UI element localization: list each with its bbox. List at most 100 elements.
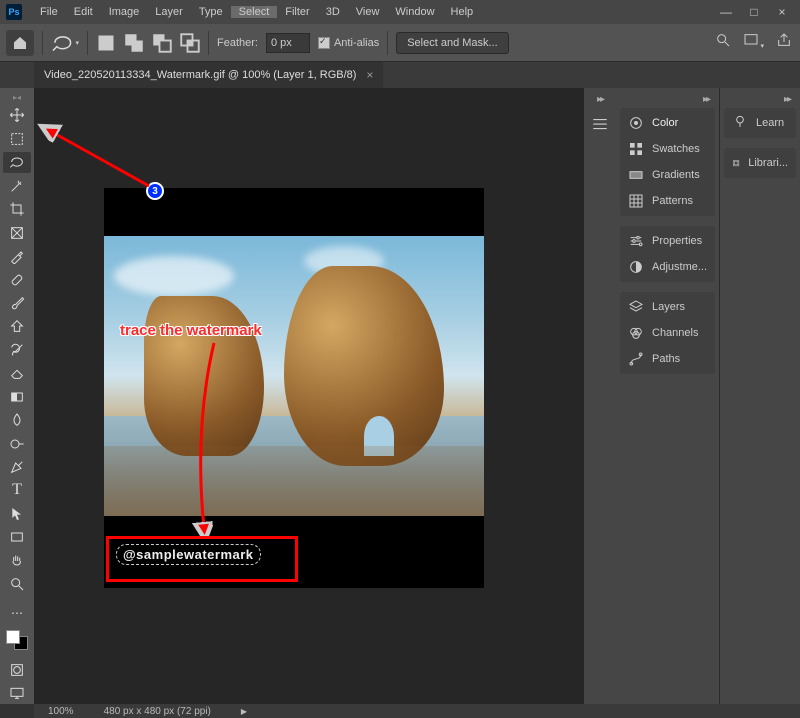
menu-type[interactable]: Type [191,6,231,18]
menu-image[interactable]: Image [101,6,148,18]
zoom-tool[interactable] [3,573,31,594]
menu-layer[interactable]: Layer [147,6,191,18]
collapse-panel-icon[interactable]: ▸▸ [620,94,715,108]
selection-intersect-icon[interactable] [180,33,200,53]
panel-swatches[interactable]: Swatches [620,136,715,162]
channels-icon [628,325,644,341]
canvas-area[interactable]: 3 trace the watermark @samplewatermark [34,88,584,704]
selection-add-icon[interactable] [124,33,144,53]
path-select-tool[interactable] [3,503,31,524]
panel-gradients[interactable]: Gradients [620,162,715,188]
adjustments-icon [628,259,644,275]
panel-properties[interactable]: Properties [620,228,715,254]
select-and-mask-button[interactable]: Select and Mask... [396,32,509,54]
panel-label: Learn [756,117,784,129]
tools-panel: ▸◂ T ⋯ [0,88,34,704]
healing-tool[interactable] [3,269,31,290]
menu-view[interactable]: View [348,6,388,18]
status-caret-icon[interactable]: ▶ [241,707,247,716]
current-tool-indicator[interactable]: ▾ [51,30,79,56]
tool-preset-icon[interactable] [591,115,609,138]
hand-tool[interactable] [3,550,31,571]
right-panels: ▸▸ Color Swatches Gradients Patterns Pro… [616,88,800,704]
divider [42,31,43,55]
foreground-color[interactable] [6,630,20,644]
panel-color[interactable]: Color [620,110,715,136]
panel-adjustments[interactable]: Adjustme... [620,254,715,280]
arrow-to-tool-icon [34,118,164,198]
pen-tool[interactable] [3,456,31,477]
crop-tool[interactable] [3,198,31,219]
brush-tool[interactable] [3,292,31,313]
window-maximize-button[interactable]: □ [740,0,768,24]
annotation-text: trace the watermark [120,322,262,339]
menu-edit[interactable]: Edit [66,6,101,18]
panel-libraries[interactable]: Librari... [724,150,796,176]
divider [87,31,88,55]
divider [387,31,388,55]
eyedropper-tool[interactable] [3,245,31,266]
panel-paths[interactable]: Paths [620,346,715,372]
dodge-tool[interactable] [3,433,31,454]
zoom-level[interactable]: 100% [48,706,74,717]
panel-label: Librari... [748,157,788,169]
document-tab[interactable]: Video_220520113334_Watermark.gif @ 100% … [34,62,383,88]
share-icon[interactable] [776,32,792,53]
libraries-icon [732,155,740,171]
frame-tool[interactable] [3,222,31,243]
frame-icon[interactable]: ▾ [743,32,764,53]
search-icon[interactable] [715,32,731,53]
edit-toolbar-button[interactable]: ⋯ [3,602,31,623]
window-close-button[interactable]: × [768,0,796,24]
wand-tool[interactable] [3,175,31,196]
collapsed-panel-strip[interactable]: ▸▸ [584,88,616,704]
rectangle-tool[interactable] [3,527,31,548]
menu-select[interactable]: Select [231,6,278,18]
image-content [104,236,484,516]
marquee-tool[interactable] [3,128,31,149]
screen-mode-button[interactable] [3,682,31,703]
type-tool[interactable]: T [3,480,31,501]
menu-window[interactable]: Window [387,6,442,18]
move-tool[interactable] [3,105,31,126]
document-canvas[interactable] [104,188,484,588]
panel-group-color: Color Swatches Gradients Patterns [620,108,715,216]
selection-subtract-icon[interactable] [152,33,172,53]
status-bar: 100% 480 px x 480 px (72 ppi) ▶ [34,704,800,718]
menu-file[interactable]: File [32,6,66,18]
home-button[interactable] [6,30,34,56]
color-swatch[interactable] [6,630,28,650]
blur-tool[interactable] [3,409,31,430]
handle-icon[interactable]: ▸◂ [3,92,31,103]
divider [208,31,209,55]
eraser-tool[interactable] [3,363,31,384]
feather-input[interactable] [266,33,310,53]
menu-filter[interactable]: Filter [277,6,317,18]
menu-help[interactable]: Help [443,6,482,18]
lasso-tool[interactable] [3,152,31,173]
panel-label: Color [652,117,678,129]
panel-layers[interactable]: Layers [620,294,715,320]
panel-learn[interactable]: Learn [724,110,796,136]
gradients-icon [628,167,644,183]
window-minimize-button[interactable]: — [712,0,740,24]
gradient-tool[interactable] [3,386,31,407]
menu-3d[interactable]: 3D [318,6,348,18]
panel-label: Channels [652,327,698,339]
app-logo: Ps [6,4,22,20]
document-tab-bar: Video_220520113334_Watermark.gif @ 100% … [0,62,800,88]
panel-group-libraries: Librari... [724,148,796,178]
expand-panel-icon[interactable]: ▸▸ [597,94,603,105]
panel-channels[interactable]: Channels [620,320,715,346]
selection-new-icon[interactable] [96,33,116,53]
properties-icon [628,233,644,249]
history-brush-tool[interactable] [3,339,31,360]
panel-patterns[interactable]: Patterns [620,188,715,214]
collapse-panel-icon[interactable]: ▸▸ [724,94,796,108]
clone-tool[interactable] [3,316,31,337]
close-tab-button[interactable]: × [366,68,373,82]
options-bar: ▾ Feather: Anti-alias Select and Mask...… [0,24,800,62]
antialias-checkbox[interactable]: Anti-alias [318,37,379,49]
quickmask-button[interactable] [3,659,31,680]
patterns-icon [628,193,644,209]
